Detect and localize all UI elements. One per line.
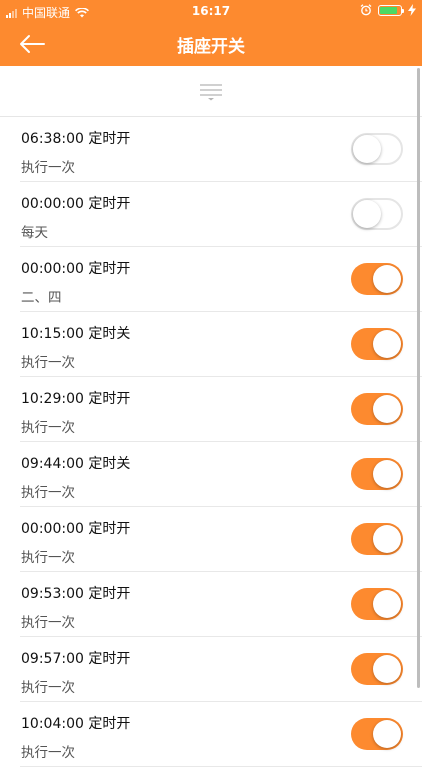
timer-time-line: 00:00:00 定时开 <box>21 193 130 213</box>
timer-toggle[interactable] <box>351 133 403 165</box>
timer-time-line: 00:00:00 定时开 <box>21 258 130 278</box>
timer-time: 00:00:00 <box>21 521 84 537</box>
timer-repeat: 执行一次 <box>21 420 75 436</box>
timer-action: 定时开 <box>88 391 131 407</box>
page-title: 插座开关 <box>177 37 245 57</box>
status-right <box>360 4 416 16</box>
timer-row[interactable]: 09:44:00 定时关 执行一次 <box>0 442 422 507</box>
timer-action: 定时开 <box>88 261 131 277</box>
toggle-knob <box>373 525 401 553</box>
header-bar: 中国联通 16:17 插座开关 <box>0 0 422 66</box>
toggle-knob <box>373 655 401 683</box>
timer-toggle[interactable] <box>351 263 403 295</box>
timer-repeat: 执行一次 <box>21 355 75 371</box>
timer-time: 00:00:00 <box>21 261 84 277</box>
toggle-knob <box>373 330 401 358</box>
timer-toggle[interactable] <box>351 393 403 425</box>
timer-list: 06:38:00 定时开 执行一次 00:00:00 定时开 每天 00:00:00 定… <box>0 117 422 767</box>
timer-toggle[interactable] <box>351 653 403 685</box>
timer-action: 定时开 <box>88 131 131 147</box>
timer-action: 定时开 <box>88 716 131 732</box>
timer-row[interactable]: 10:15:00 定时关 执行一次 <box>0 312 422 377</box>
battery-icon <box>378 4 404 16</box>
timer-toggle[interactable] <box>351 588 403 620</box>
timer-row[interactable]: 00:00:00 定时开 执行一次 <box>0 507 422 572</box>
timer-repeat: 执行一次 <box>21 745 75 761</box>
timer-toggle[interactable] <box>351 458 403 490</box>
timer-repeat: 每天 <box>21 225 48 241</box>
toggle-knob <box>373 265 401 293</box>
timer-repeat: 执行一次 <box>21 160 75 176</box>
timer-time: 09:53:00 <box>21 586 84 602</box>
timer-time-line: 09:57:00 定时开 <box>21 648 130 668</box>
timer-repeat: 二、四 <box>21 290 62 306</box>
nav-bar: 插座开关 <box>0 22 422 66</box>
timer-toggle[interactable] <box>351 718 403 750</box>
timer-repeat: 执行一次 <box>21 550 75 566</box>
timer-row[interactable]: 10:29:00 定时开 执行一次 <box>0 377 422 442</box>
timer-time-line: 10:15:00 定时关 <box>21 323 130 343</box>
timer-row[interactable]: 10:04:00 定时开 执行一次 <box>0 702 422 767</box>
timer-repeat: 执行一次 <box>21 680 75 696</box>
timer-time: 10:29:00 <box>21 391 84 407</box>
scrollbar[interactable] <box>417 68 420 688</box>
timer-action: 定时开 <box>88 521 131 537</box>
timer-time-line: 10:04:00 定时开 <box>21 713 130 733</box>
timer-row[interactable]: 09:57:00 定时开 执行一次 <box>0 637 422 702</box>
timer-time: 09:57:00 <box>21 651 84 667</box>
timer-row[interactable]: 00:00:00 定时开每天 <box>0 182 422 247</box>
timer-action: 定时关 <box>88 326 131 342</box>
toggle-knob <box>373 395 401 423</box>
timer-time: 10:04:00 <box>21 716 84 732</box>
timer-toggle[interactable] <box>351 523 403 555</box>
status-bar: 中国联通 16:17 <box>0 0 422 22</box>
timer-action: 定时开 <box>88 586 131 602</box>
timer-time-line: 10:29:00 定时开 <box>21 388 130 408</box>
timer-time: 09:44:00 <box>21 456 84 472</box>
toggle-knob <box>353 200 381 228</box>
timer-action: 定时开 <box>88 651 131 667</box>
toggle-knob <box>373 720 401 748</box>
timer-action: 定时关 <box>88 456 131 472</box>
alarm-icon <box>360 4 372 16</box>
timer-action: 定时开 <box>88 196 131 212</box>
filter-row <box>0 66 422 117</box>
timer-time-line: 09:44:00 定时关 <box>21 453 130 473</box>
timer-repeat: 执行一次 <box>21 615 75 631</box>
filter-icon[interactable] <box>199 83 223 101</box>
timer-row[interactable]: 09:53:00 定时开 执行一次 <box>0 572 422 637</box>
toggle-knob <box>373 460 401 488</box>
toggle-knob <box>353 135 381 163</box>
timer-repeat: 执行一次 <box>21 485 75 501</box>
timer-row[interactable]: 06:38:00 定时开 执行一次 <box>0 117 422 182</box>
timer-time-line: 06:38:00 定时开 <box>21 128 130 148</box>
timer-time: 00:00:00 <box>21 196 84 212</box>
charging-icon <box>408 4 416 16</box>
timer-toggle[interactable] <box>351 328 403 360</box>
timer-time: 10:15:00 <box>21 326 84 342</box>
toggle-knob <box>373 590 401 618</box>
timer-toggle[interactable] <box>351 198 403 230</box>
timer-time-line: 09:53:00 定时开 <box>21 583 130 603</box>
timer-time-line: 00:00:00 定时开 <box>21 518 130 538</box>
status-time: 16:17 <box>191 4 231 18</box>
timer-row[interactable]: 00:00:00 定时开二、四 <box>0 247 422 312</box>
timer-time: 06:38:00 <box>21 131 84 147</box>
